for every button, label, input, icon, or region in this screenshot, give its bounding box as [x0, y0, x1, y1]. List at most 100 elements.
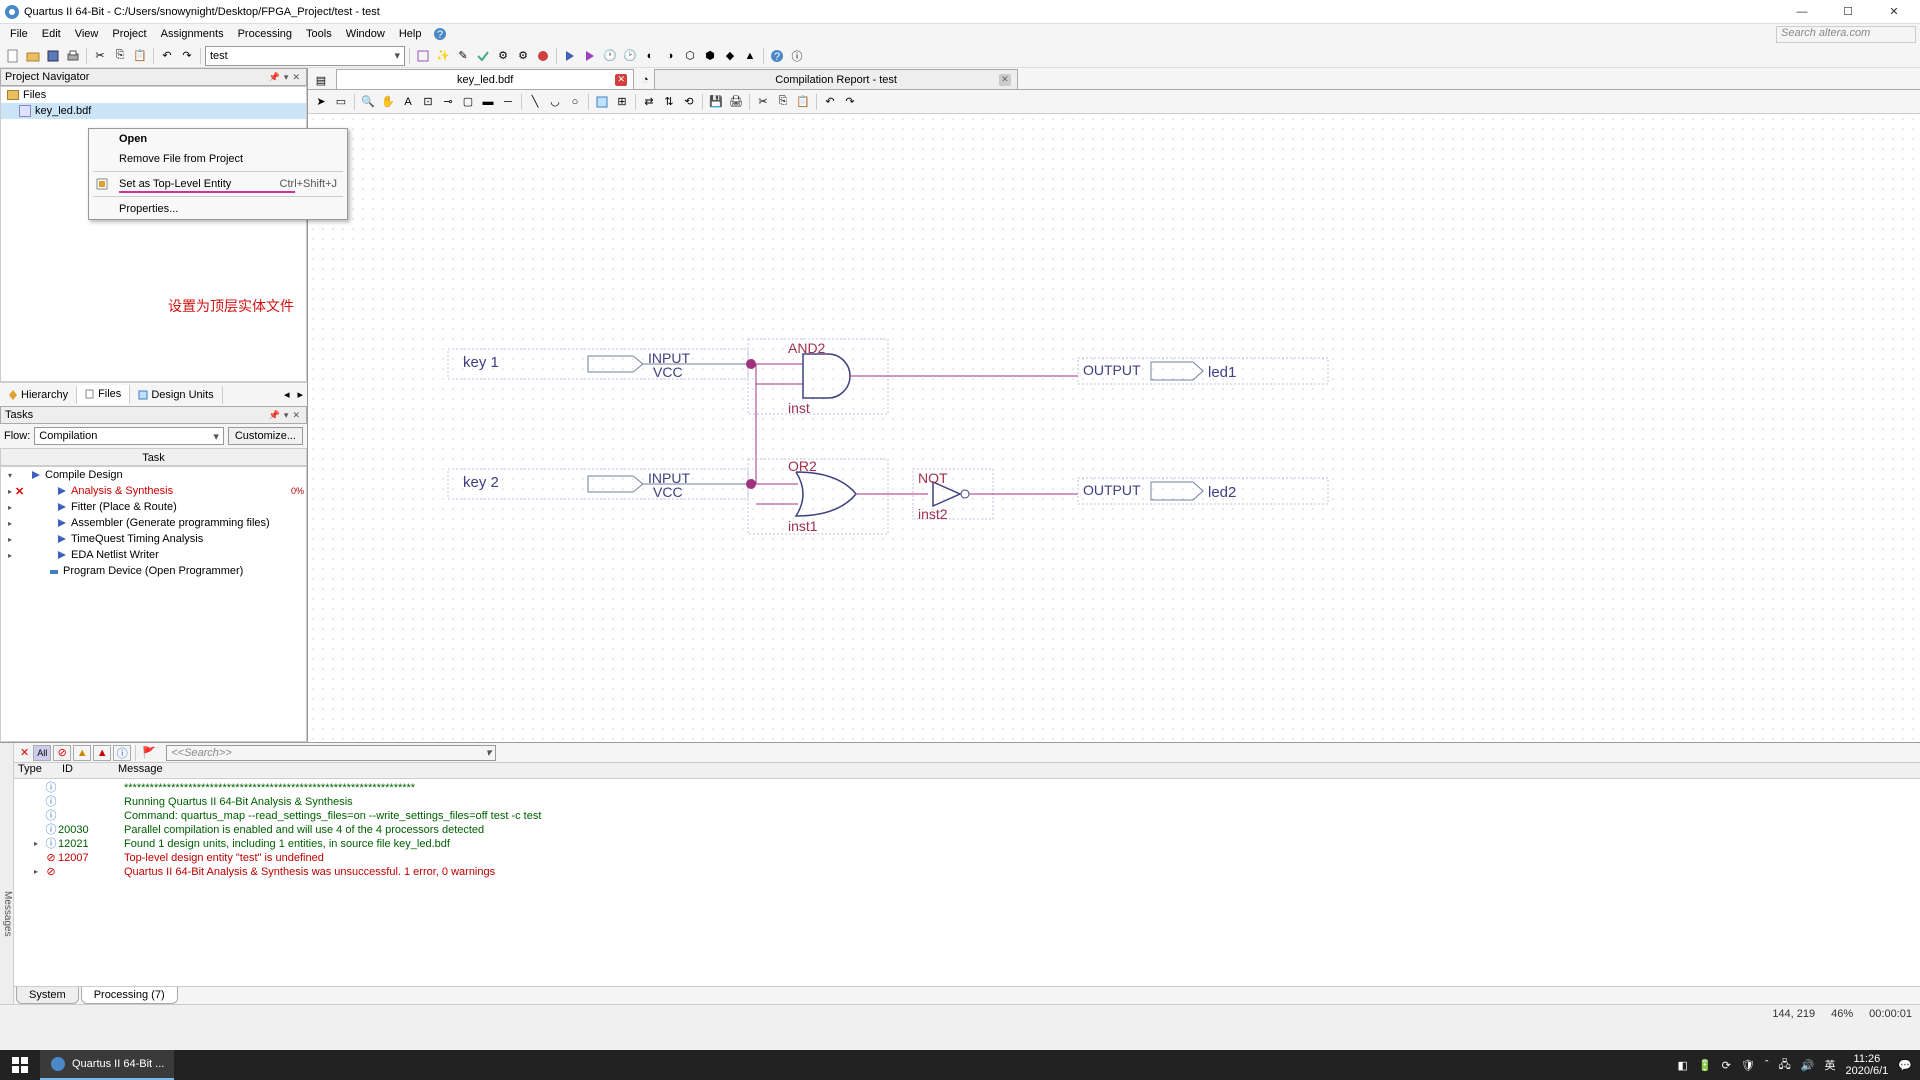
doc-menu-icon[interactable]: ▤ [312, 71, 330, 89]
close-panel-icon[interactable]: ✕ [290, 72, 302, 83]
undo2-icon[interactable]: ↶ [821, 93, 839, 111]
line-icon[interactable]: ╲ [526, 93, 544, 111]
clock-icon[interactable]: 🕐 [601, 47, 619, 65]
tray-notification-icon[interactable]: 💬 [1898, 1059, 1912, 1072]
nav-left-icon[interactable]: ◂ [280, 388, 294, 401]
start-button[interactable] [0, 1050, 40, 1080]
ctx-properties[interactable]: Properties... [89, 199, 347, 219]
menu-file[interactable]: File [4, 26, 34, 42]
search-input[interactable]: Search altera.com [1776, 26, 1916, 43]
tab-bdf[interactable]: key_led.bdf ✕ [336, 69, 634, 89]
redo-icon[interactable]: ↷ [178, 47, 196, 65]
message-row[interactable]: ⓘRunning Quartus II 64-Bit Analysis & Sy… [14, 795, 1920, 809]
menu-processing[interactable]: Processing [232, 26, 298, 42]
redo2-icon[interactable]: ↷ [841, 93, 859, 111]
paste-icon[interactable]: 📋 [131, 47, 149, 65]
toolbar-icon[interactable] [414, 47, 432, 65]
message-row[interactable]: ⓘCommand: quartus_map --read_settings_fi… [14, 809, 1920, 823]
tab-report-close-icon[interactable]: ✕ [999, 74, 1011, 86]
pointer-icon[interactable]: ➤ [312, 93, 330, 111]
message-row[interactable]: ⊘12007Top-level design entity "test" is … [14, 851, 1920, 865]
paste2-icon[interactable]: 📋 [794, 93, 812, 111]
message-search[interactable]: <<Search>> [166, 745, 496, 761]
tab-report[interactable]: Compilation Report - test ✕ [654, 69, 1018, 89]
nav-right-icon[interactable]: ▸ [293, 388, 307, 401]
tab-design-units[interactable]: Design Units [130, 386, 222, 404]
dropdown-icon[interactable]: ▾ [282, 72, 291, 83]
select-icon[interactable]: ▭ [332, 93, 350, 111]
menu-project[interactable]: Project [106, 26, 152, 42]
play2-icon[interactable] [581, 47, 599, 65]
zoom-icon[interactable]: 🔍 [359, 93, 377, 111]
task-assembler[interactable]: ▸ Assembler (Generate programming files) [1, 515, 306, 531]
stop-icon[interactable] [534, 47, 552, 65]
task-compile[interactable]: ▾ Compile Design [1, 467, 306, 483]
rubber-icon[interactable] [593, 93, 611, 111]
message-row[interactable]: ▸ⓘ12021Found 1 design units, including 1… [14, 837, 1920, 851]
open-icon[interactable] [24, 47, 42, 65]
msg-tab-processing[interactable]: Processing (7) [81, 987, 178, 1004]
menu-window[interactable]: Window [340, 26, 391, 42]
message-row[interactable]: ⓘ***************************************… [14, 781, 1920, 795]
task-analysis[interactable]: ▸ Analysis & Synthesis 0% [1, 483, 306, 499]
menu-assignments[interactable]: Assignments [155, 26, 230, 42]
taskbar-app[interactable]: Quartus II 64-Bit ... [40, 1050, 174, 1080]
schematic-canvas[interactable]: key 1 INPUT VCC AND2 inst OUTPUT led1 ke… [308, 114, 1920, 742]
task-fitter[interactable]: ▸ Fitter (Place & Route) [1, 499, 306, 515]
info-icon[interactable]: ⓘ [788, 47, 806, 65]
ctx-remove[interactable]: Remove File from Project [89, 149, 347, 169]
symbol-icon[interactable]: ⊡ [419, 93, 437, 111]
copy-icon[interactable]: ⎘ [111, 47, 129, 65]
message-row[interactable]: ▸⊘Quartus II 64-Bit Analysis & Synthesis… [14, 865, 1920, 879]
rotate-icon[interactable]: ⟲ [680, 93, 698, 111]
circle-icon[interactable]: ○ [566, 93, 584, 111]
help-icon[interactable]: ? [433, 27, 447, 41]
tray-network-icon[interactable]: 🖧 [1779, 1056, 1791, 1075]
play-icon[interactable] [561, 47, 579, 65]
tb-icon-3[interactable]: ⬡ [681, 47, 699, 65]
message-list[interactable]: ⓘ***************************************… [14, 779, 1920, 986]
undo-icon[interactable]: ↶ [158, 47, 176, 65]
msg-close-icon[interactable]: ✕ [18, 746, 31, 759]
task-eda[interactable]: ▸ EDA Netlist Writer [1, 547, 306, 563]
tb-icon-6[interactable]: ▲ [741, 47, 759, 65]
pin-tool-icon[interactable]: ⊸ [439, 93, 457, 111]
minimize-button[interactable]: — [1780, 2, 1824, 22]
filter-all[interactable]: All [33, 745, 51, 761]
task-timequest[interactable]: ▸ TimeQuest Timing Analysis [1, 531, 306, 547]
tab-hierarchy[interactable]: Hierarchy [0, 386, 77, 404]
tray-sync-icon[interactable]: ⟳ [1722, 1059, 1731, 1072]
tray-app-icon[interactable]: ◧ [1678, 1059, 1688, 1072]
ctx-open[interactable]: Open [89, 129, 347, 149]
help2-icon[interactable]: ? [768, 47, 786, 65]
text-icon[interactable]: A [399, 93, 417, 111]
flip-h-icon[interactable]: ⇄ [640, 93, 658, 111]
menu-edit[interactable]: Edit [36, 26, 67, 42]
clock2-icon[interactable]: 🕑 [621, 47, 639, 65]
msg-tab-system[interactable]: System [16, 987, 79, 1004]
flag-icon[interactable]: 🚩 [140, 744, 158, 762]
close-button[interactable]: ✕ [1872, 2, 1916, 22]
tb-icon-4[interactable]: ⬢ [701, 47, 719, 65]
close-panel2-icon[interactable]: ✕ [290, 410, 302, 421]
ctx-set-top[interactable]: Set as Top-Level Entity Ctrl+Shift+J [89, 174, 347, 194]
copy2-icon[interactable]: ⎘ [774, 93, 792, 111]
tray-clock[interactable]: 11:26 2020/6/1 [1845, 1053, 1888, 1077]
wand-icon[interactable]: ✨ [434, 47, 452, 65]
print-icon[interactable] [64, 47, 82, 65]
filter-error-icon[interactable]: ⊘ [53, 745, 71, 761]
print2-icon[interactable]: 🖨 [727, 93, 745, 111]
partial-icon[interactable]: ⊞ [613, 93, 631, 111]
save-icon[interactable] [44, 47, 62, 65]
dropdown2-icon[interactable]: ▾ [282, 410, 291, 421]
tab-bdf-close-icon[interactable]: ✕ [615, 74, 627, 86]
tree-root[interactable]: Files [1, 87, 306, 103]
tray-defender-icon[interactable]: 🛡 [1741, 1059, 1755, 1072]
project-select[interactable]: test [205, 46, 405, 66]
filter-info-icon[interactable]: ⓘ [113, 745, 131, 761]
maximize-button[interactable]: ☐ [1826, 2, 1870, 22]
cut2-icon[interactable]: ✂ [754, 93, 772, 111]
wire-icon[interactable]: ─ [499, 93, 517, 111]
arc-icon[interactable]: ◡ [546, 93, 564, 111]
menu-tools[interactable]: Tools [300, 26, 338, 42]
